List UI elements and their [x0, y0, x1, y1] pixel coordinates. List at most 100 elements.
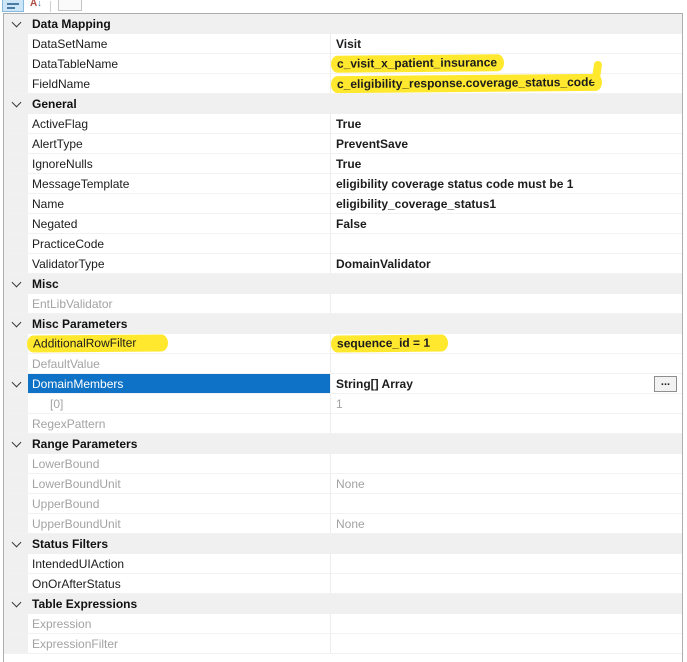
property-row-upperbound[interactable]: UpperBound: [4, 494, 682, 514]
property-row-expression[interactable]: Expression: [4, 614, 682, 634]
property-label-cell[interactable]: ValidatorType: [28, 254, 331, 273]
chevron-down-icon[interactable]: [11, 437, 21, 447]
ellipsis-button[interactable]: ...: [654, 376, 677, 392]
property-row-intendeduiaction[interactable]: IntendedUIAction: [4, 554, 682, 574]
property-value-cell[interactable]: [331, 554, 682, 573]
property-row-name[interactable]: Name eligibility_coverage_status1: [4, 194, 682, 214]
property-row-domainmembers[interactable]: DomainMembersString[] Array...: [4, 374, 682, 394]
property-row-fieldname[interactable]: FieldNamec_eligibility_response.coverage…: [4, 74, 682, 94]
property-value-cell[interactable]: False: [331, 214, 682, 233]
property-label-cell[interactable]: UpperBoundUnit: [28, 514, 331, 533]
property-row-validatortype[interactable]: ValidatorTypeDomainValidator: [4, 254, 682, 274]
property-row-expressionfilter[interactable]: ExpressionFilter: [4, 634, 682, 654]
property-row-alerttype[interactable]: AlertTypePreventSave: [4, 134, 682, 154]
property-row-0[interactable]: [0]1: [4, 394, 682, 414]
property-value-cell[interactable]: eligibility coverage status code must be…: [331, 174, 682, 193]
property-label-cell[interactable]: AlertType: [28, 134, 331, 153]
property-label-cell[interactable]: ExpressionFilter: [28, 634, 331, 653]
property-label-cell[interactable]: DataTableName: [28, 54, 331, 73]
property-row-lowerbound[interactable]: LowerBound: [4, 454, 682, 474]
chevron-down-icon[interactable]: [11, 17, 21, 27]
category-row-misc-parameters[interactable]: Misc Parameters: [4, 314, 682, 334]
category-row-general[interactable]: General: [4, 94, 682, 114]
property-value-cell[interactable]: c_eligibility_response.coverage_status_c…: [331, 74, 682, 93]
property-label: Name: [32, 197, 64, 211]
property-value-cell[interactable]: True: [331, 114, 682, 133]
category-row-table-expressions[interactable]: Table Expressions: [4, 594, 682, 614]
property-value: False: [336, 217, 367, 231]
property-row-regexpattern[interactable]: RegexPattern: [4, 414, 682, 434]
property-row-additionalrowfilter[interactable]: AdditionalRowFiltersequence_id = 1: [4, 334, 682, 354]
property-value-cell[interactable]: DomainValidator: [331, 254, 682, 273]
category-row-range-parameters[interactable]: Range Parameters: [4, 434, 682, 454]
sort-alphabetical-icon[interactable]: A↓: [30, 0, 46, 13]
chevron-down-icon[interactable]: [11, 97, 21, 107]
property-label-cell[interactable]: PracticeCode: [28, 234, 331, 253]
chevron-down-icon[interactable]: [11, 317, 21, 327]
property-row-messagetemplate[interactable]: MessageTemplateeligibility coverage stat…: [4, 174, 682, 194]
property-row-lowerboundunit[interactable]: LowerBoundUnitNone: [4, 474, 682, 494]
property-row-activeflag[interactable]: ActiveFlagTrue: [4, 114, 682, 134]
categorized-icon[interactable]: [2, 0, 24, 12]
property-pages-icon[interactable]: [58, 0, 82, 11]
property-label-cell[interactable]: DomainMembers: [28, 374, 331, 393]
property-row-datasetname[interactable]: DataSetNameVisit: [4, 34, 682, 54]
property-row-onorafterstatus[interactable]: OnOrAfterStatus: [4, 574, 682, 594]
property-label-cell[interactable]: AdditionalRowFilter: [28, 334, 331, 353]
property-label-cell[interactable]: UpperBound: [28, 494, 331, 513]
property-row-negated[interactable]: Negated False: [4, 214, 682, 234]
property-value-cell[interactable]: sequence_id = 1: [331, 334, 682, 353]
row-gutter: [4, 194, 28, 213]
chevron-down-icon[interactable]: [11, 377, 21, 387]
category-row-misc[interactable]: Misc: [4, 274, 682, 294]
property-label-cell[interactable]: Negated: [28, 214, 331, 233]
property-label-cell[interactable]: OnOrAfterStatus: [28, 574, 331, 593]
property-label-cell[interactable]: MessageTemplate: [28, 174, 331, 193]
property-value-cell[interactable]: [331, 354, 682, 373]
property-label-cell[interactable]: LowerBoundUnit: [28, 474, 331, 493]
property-label-cell[interactable]: EntLibValidator: [28, 294, 331, 313]
property-value-cell[interactable]: String[] Array...: [331, 374, 682, 393]
property-value-cell[interactable]: None: [331, 474, 682, 493]
category-label: Range Parameters: [28, 434, 137, 453]
property-label-cell[interactable]: Name: [28, 194, 331, 213]
property-label-cell[interactable]: LowerBound: [28, 454, 331, 473]
property-value-cell[interactable]: Visit: [331, 34, 682, 53]
property-row-entlibvalidator[interactable]: EntLibValidator: [4, 294, 682, 314]
property-label-cell[interactable]: RegexPattern: [28, 414, 331, 433]
property-value-cell[interactable]: eligibility_coverage_status1: [331, 194, 682, 213]
property-value-cell[interactable]: [331, 614, 682, 633]
chevron-down-icon[interactable]: [11, 277, 21, 287]
property-value-cell[interactable]: [331, 494, 682, 513]
property-label-cell[interactable]: [0]: [28, 394, 331, 413]
property-value-cell[interactable]: True: [331, 154, 682, 173]
property-row-upperboundunit[interactable]: UpperBoundUnitNone: [4, 514, 682, 534]
chevron-down-icon[interactable]: [11, 597, 21, 607]
property-row-defaultvalue[interactable]: DefaultValue: [4, 354, 682, 374]
property-label-cell[interactable]: FieldName: [28, 74, 331, 93]
category-row-status-filters[interactable]: Status Filters: [4, 534, 682, 554]
property-label-cell[interactable]: DefaultValue: [28, 354, 331, 373]
property-value-cell[interactable]: [331, 294, 682, 313]
property-value-cell[interactable]: [331, 234, 682, 253]
property-value-cell[interactable]: [331, 454, 682, 473]
property-row-practicecode[interactable]: PracticeCode: [4, 234, 682, 254]
property-label-cell[interactable]: ActiveFlag: [28, 114, 331, 133]
property-value-cell[interactable]: [331, 634, 682, 653]
property-value-cell[interactable]: c_visit_x_patient_insurance: [331, 54, 682, 73]
property-value-cell[interactable]: [331, 414, 682, 433]
property-grid[interactable]: Data MappingDataSetNameVisitDataTableNam…: [3, 13, 683, 662]
property-row-ignorenulls[interactable]: IgnoreNullsTrue: [4, 154, 682, 174]
property-value-cell[interactable]: [331, 574, 682, 593]
property-value-cell[interactable]: 1: [331, 394, 682, 413]
chevron-down-icon[interactable]: [11, 537, 21, 547]
property-label-cell[interactable]: DataSetName: [28, 34, 331, 53]
property-label-cell[interactable]: IntendedUIAction: [28, 554, 331, 573]
category-row-data-mapping[interactable]: Data Mapping: [4, 14, 682, 34]
property-value-cell[interactable]: None: [331, 514, 682, 533]
property-label-cell[interactable]: Expression: [28, 614, 331, 633]
property-label-cell[interactable]: IgnoreNulls: [28, 154, 331, 173]
property-value: c_visit_x_patient_insurance: [331, 54, 504, 73]
property-row-datatablename[interactable]: DataTableNamec_visit_x_patient_insurance: [4, 54, 682, 74]
property-value-cell[interactable]: PreventSave: [331, 134, 682, 153]
